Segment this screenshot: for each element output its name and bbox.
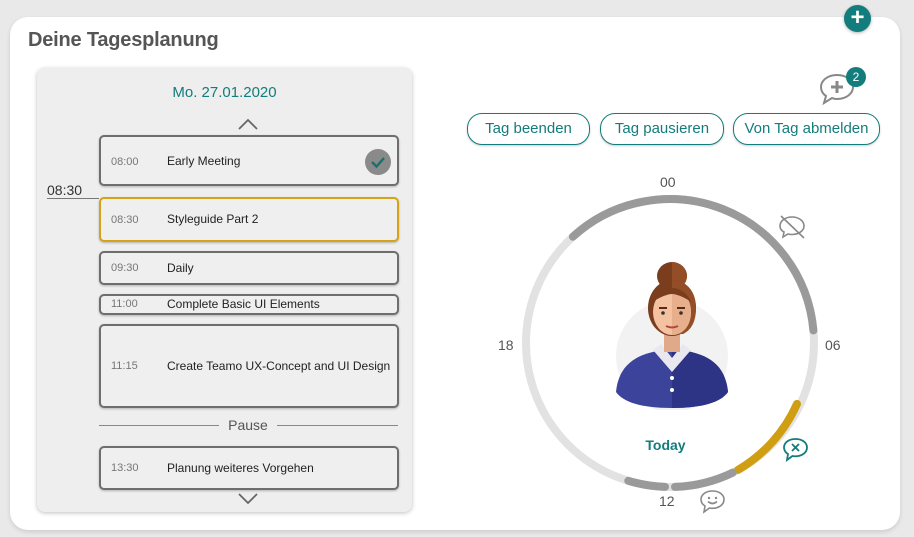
pause-divider-right <box>277 425 398 426</box>
schedule-item-time: 11:00 <box>111 298 138 310</box>
clock-label-00: 00 <box>660 174 676 190</box>
chevron-up-icon[interactable] <box>238 118 258 130</box>
current-time-line <box>47 198 99 199</box>
clock-label-12: 12 <box>659 493 675 509</box>
clock-label-18: 18 <box>498 337 514 353</box>
plus-icon: + <box>850 4 865 31</box>
schedule-item-name: Early Meeting <box>167 154 241 168</box>
schedule-date: Mo. 27.01.2020 <box>172 84 277 101</box>
schedule-item-active[interactable]: 08:30 Styleguide Part 2 <box>99 197 399 242</box>
schedule-item[interactable]: 13:30 Planung weiteres Vorgehen <box>99 446 399 490</box>
end-day-button[interactable]: Tag beenden <box>467 113 590 145</box>
schedule-item-time: 11:15 <box>111 360 138 372</box>
sign-off-day-button[interactable]: Von Tag abmelden <box>733 113 880 145</box>
schedule-item[interactable]: 09:30 Daily <box>99 251 399 285</box>
avatar <box>616 262 728 410</box>
schedule-item-time: 08:00 <box>111 156 139 168</box>
chevron-down-icon[interactable] <box>238 493 258 505</box>
schedule-item[interactable]: 11:00 Complete Basic UI Elements <box>99 294 399 315</box>
done-check-icon[interactable] <box>365 149 391 175</box>
schedule-item-name: Planung weiteres Vorgehen <box>167 461 314 475</box>
page-title: Deine Tagesplanung <box>28 29 219 51</box>
clock-label-06: 06 <box>825 337 841 353</box>
schedule-item-time: 08:30 <box>111 214 139 226</box>
today-label: Today <box>645 437 686 453</box>
no-comment-icon[interactable] <box>778 214 807 240</box>
schedule-item-name: Styleguide Part 2 <box>167 212 259 226</box>
current-time-marker: 08:30 <box>47 182 83 198</box>
schedule-item-time: 13:30 <box>111 462 139 474</box>
schedule-item-name: Create Teamo UX-Concept and UI Design <box>167 359 391 373</box>
add-button[interactable]: + <box>844 5 871 32</box>
clock-arc-done <box>624 476 669 491</box>
cancel-comment-icon[interactable] <box>782 437 809 462</box>
clock-arc-done <box>671 468 737 491</box>
schedule-item-name: Complete Basic UI Elements <box>167 297 320 311</box>
smiley-icon[interactable] <box>699 489 726 514</box>
pause-divider-left <box>99 425 219 426</box>
pause-day-button[interactable]: Tag pausieren <box>600 113 724 145</box>
schedule-item-time: 09:30 <box>111 262 139 274</box>
pause-label: Pause <box>228 417 268 433</box>
schedule-item[interactable]: 08:00 Early Meeting <box>99 135 399 186</box>
schedule-item-name: Daily <box>167 261 194 275</box>
comment-count-badge: 2 <box>846 67 866 87</box>
schedule-item[interactable]: 11:15 Create Teamo UX-Concept and UI Des… <box>99 324 399 408</box>
